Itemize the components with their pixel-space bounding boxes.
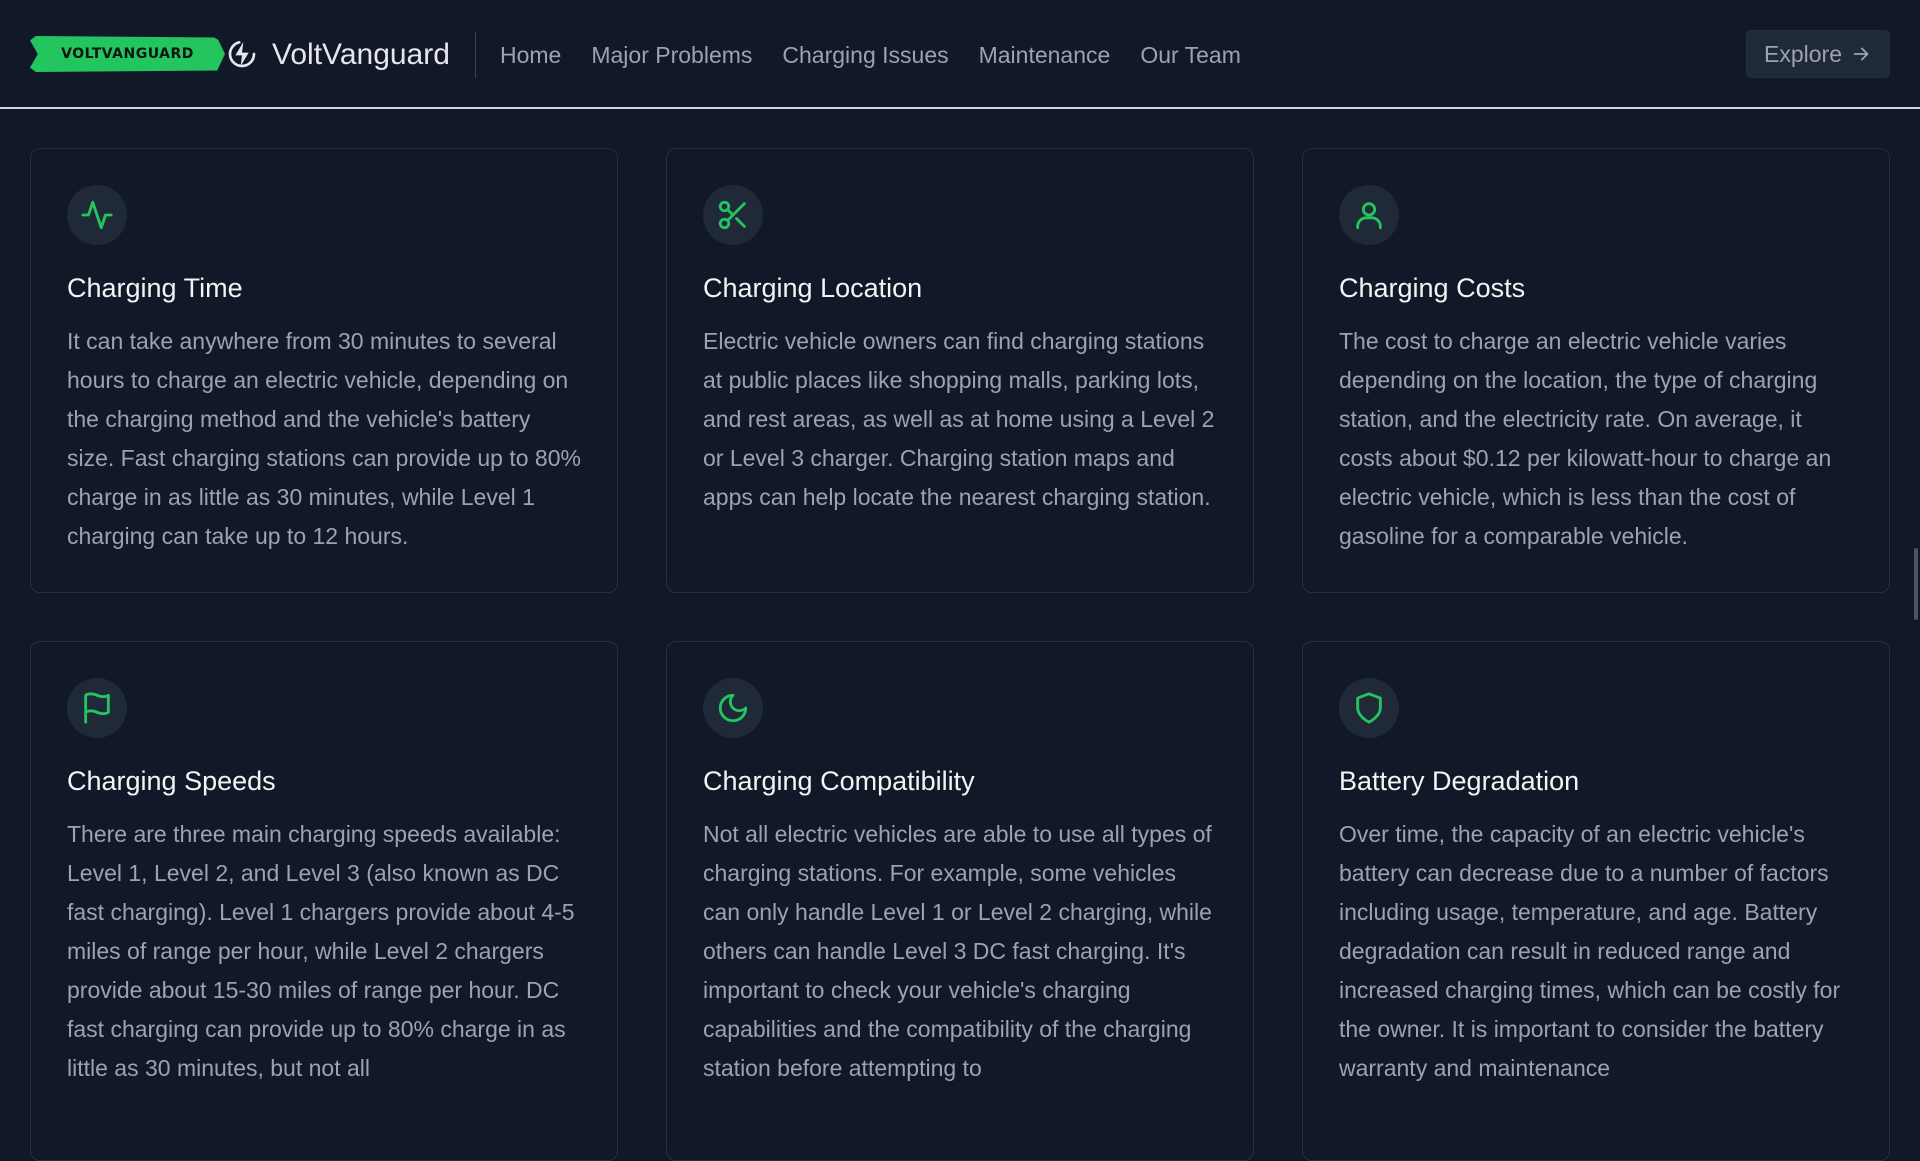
nav-our-team[interactable]: Our Team	[1140, 40, 1241, 70]
card-charging-location: Charging Location Electric vehicle owner…	[666, 148, 1254, 593]
flag-icon	[84, 692, 110, 724]
card-charging-time: Charging Time It can take anywhere from …	[30, 148, 618, 593]
card-charging-costs: Charging Costs The cost to charge an ele…	[1302, 148, 1890, 593]
card-icon-wrap	[703, 185, 763, 245]
nav-charging-issues[interactable]: Charging Issues	[782, 40, 948, 70]
header-divider	[475, 32, 476, 78]
nav-maintenance[interactable]: Maintenance	[979, 40, 1111, 70]
card-icon-wrap	[67, 185, 127, 245]
nav-major-problems[interactable]: Major Problems	[591, 40, 752, 70]
card-body: The cost to charge an electric vehicle v…	[1339, 328, 1832, 549]
card-title: Charging Location	[703, 273, 923, 303]
card-body: Not all electric vehicles are able to us…	[703, 821, 1212, 1081]
card-title: Charging Costs	[1339, 273, 1526, 303]
explore-label: Explore	[1764, 40, 1842, 67]
card-title: Battery Degradation	[1339, 766, 1580, 796]
activity-icon	[81, 200, 113, 230]
nav-home[interactable]: Home	[500, 40, 561, 70]
card-icon-wrap	[67, 678, 127, 738]
arrow-right-icon	[1853, 47, 1869, 61]
explore-button[interactable]: Explore	[1746, 30, 1890, 78]
main-nav: Home Major Problems Charging Issues Main…	[500, 40, 1241, 70]
card-body: There are three main charging speeds ava…	[67, 821, 575, 1081]
scissors-icon	[718, 200, 746, 230]
card-battery-degradation: Battery Degradation Over time, the capac…	[1302, 641, 1890, 1161]
card-title: Charging Compatibility	[703, 766, 975, 796]
feature-grid: Charging Time It can take anywhere from …	[30, 148, 1890, 1161]
card-icon-wrap	[1339, 185, 1399, 245]
moon-icon	[718, 693, 748, 723]
bolt-icon	[228, 40, 256, 68]
user-icon	[1356, 202, 1382, 230]
card-icon-wrap	[703, 678, 763, 738]
card-body: Over time, the capacity of an electric v…	[1339, 821, 1841, 1081]
logo-badge[interactable]: VOLTVANGUARD	[30, 36, 225, 72]
card-title: Charging Speeds	[67, 766, 276, 796]
shield-icon	[1356, 692, 1382, 724]
brand-name[interactable]: VoltVanguard	[272, 38, 450, 72]
card-charging-speeds: Charging Speeds There are three main cha…	[30, 641, 618, 1161]
card-body: It can take anywhere from 30 minutes to …	[67, 328, 581, 549]
card-icon-wrap	[1339, 678, 1399, 738]
card-body: Electric vehicle owners can find chargin…	[703, 328, 1215, 510]
logo-badge-text: VOLTVANGUARD	[61, 46, 194, 62]
card-title: Charging Time	[67, 273, 243, 303]
card-charging-compatibility: Charging Compatibility Not all electric …	[666, 641, 1254, 1161]
site-header: VOLTVANGUARD VoltVanguard Home Major Pro…	[0, 0, 1920, 109]
page-scrollbar[interactable]	[1914, 548, 1918, 620]
